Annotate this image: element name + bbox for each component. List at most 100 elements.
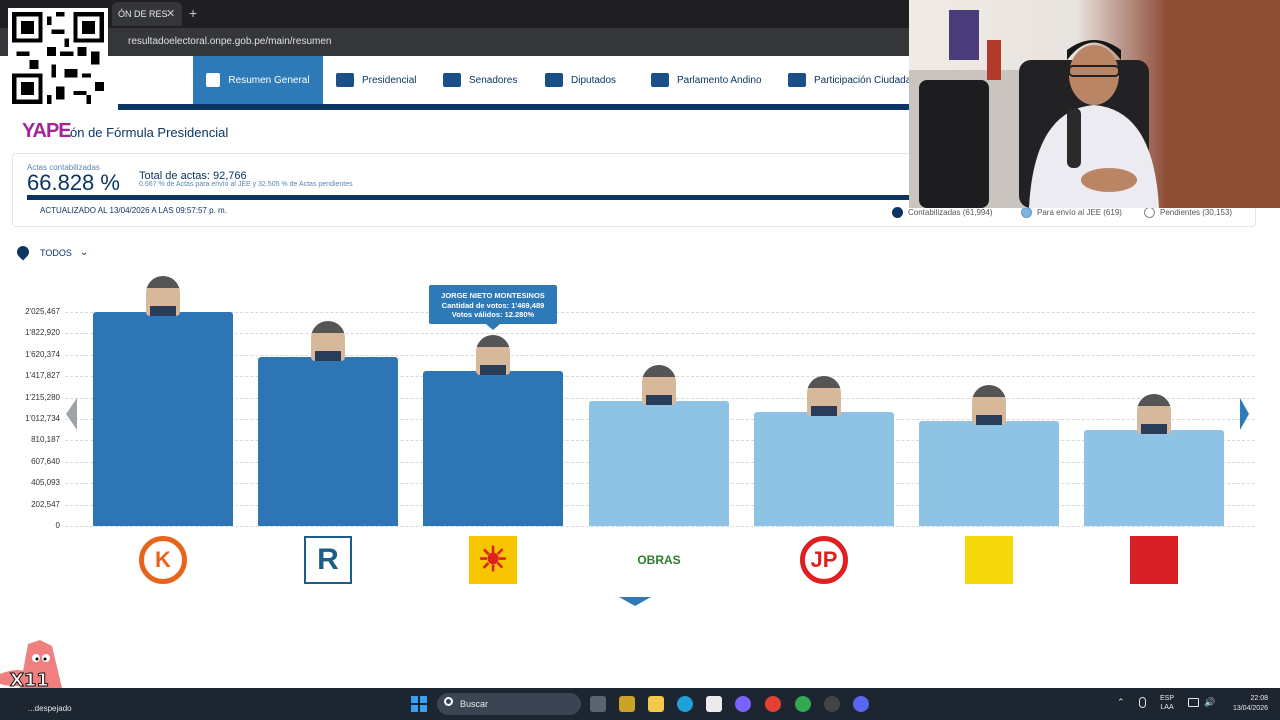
region-filter[interactable]: TODOS (40, 248, 72, 258)
party-logo[interactable]: R (304, 536, 352, 584)
y-tick-label: 1'417,827 (25, 371, 60, 381)
andean-parliament-icon (651, 73, 669, 87)
candidate-bar[interactable] (423, 370, 563, 526)
candidate-photo[interactable] (972, 385, 1006, 426)
party-logo[interactable] (965, 536, 1013, 584)
close-tab-icon[interactable]: ✕ (166, 7, 175, 20)
chrome-icon[interactable] (765, 696, 781, 712)
candidate-photo[interactable] (146, 276, 180, 316)
candidate-bar[interactable] (93, 312, 233, 526)
party-logo[interactable] (1130, 536, 1178, 584)
nav-tab-label: Presidencial (362, 74, 417, 86)
gridline (65, 333, 1255, 335)
legend-label: Para envío al JEE (619) (1037, 208, 1122, 217)
actas-detail: 0.667 % de Actas para envío al JEE y 32.… (139, 181, 353, 188)
party-logo[interactable]: JP (800, 536, 848, 584)
legend-jee: Para envío al JEE (619) (1021, 207, 1122, 218)
nav-tab-label: Diputados (571, 74, 617, 86)
snipping-tool-icon[interactable] (706, 696, 722, 712)
results-bar-chart: 2'025,467 1'822,920 1'620,374 1'417,827 1'21… (0, 270, 1280, 600)
edge-icon[interactable] (677, 696, 693, 712)
windows-start-icon[interactable] (411, 696, 427, 712)
y-tick-label: 1'012,734 (25, 413, 60, 423)
candidate-bar[interactable] (589, 401, 729, 526)
senate-icon (443, 73, 461, 87)
tooltip-votes: Cantidad de votos: 1'469,489 (441, 300, 545, 310)
microphone-icon[interactable] (1139, 697, 1146, 708)
discord-icon[interactable] (853, 696, 869, 712)
task-view-icon[interactable] (590, 696, 606, 712)
legend-pendientes: Pendientes (30,153) (1144, 207, 1232, 218)
gridline (65, 526, 1255, 527)
congress-building-icon (545, 73, 563, 87)
candidate-bar[interactable] (754, 411, 894, 526)
party-logo[interactable]: OBRAS (629, 536, 689, 584)
search-placeholder: Buscar (460, 699, 489, 709)
network-icon[interactable] (1188, 698, 1199, 707)
progress-fill-contabilizadas (27, 195, 1002, 200)
url-text[interactable]: resultadoelectoral.onpe.gob.pe/main/resu… (128, 36, 331, 47)
language-indicator[interactable]: ESP LAA (1160, 694, 1174, 712)
chrome-active-icon[interactable] (795, 696, 811, 712)
candidate-tooltip: JORGE NIETO MONTESINOS Cantidad de votos… (429, 285, 557, 324)
nav-tab-label: Senadores (469, 74, 518, 86)
obs-icon[interactable] (824, 696, 840, 712)
scroll-down-arrow[interactable] (619, 597, 651, 606)
candidate-bar[interactable] (258, 357, 398, 526)
participation-icon (788, 73, 806, 87)
copilot-icon[interactable] (735, 696, 751, 712)
gridline (65, 312, 1255, 313)
nav-tab-senadores[interactable]: Senadores (443, 56, 517, 104)
webcam-overlay (909, 0, 1280, 208)
tray-expand-icon[interactable]: ⌃ (1117, 697, 1125, 708)
weather-widget[interactable]: ...despejado (28, 704, 72, 713)
tooltip-name: JORGE NIETO MONTESINOS (441, 291, 545, 300)
patrick-sticker: X11 (0, 640, 62, 688)
clock[interactable]: 22:08 13/04/2026 (1226, 694, 1268, 714)
location-pin-icon (14, 243, 32, 261)
yape-overlay: YAPE (22, 120, 72, 142)
y-tick-label: 1'822,920 (25, 328, 60, 338)
candidate-photo[interactable] (476, 334, 510, 375)
nav-tab-participacion[interactable]: Participación Ciudada (788, 56, 911, 104)
nav-tab-label: Resumen General (228, 74, 310, 86)
tooltip-valid: Votos válidos: 12.280% (451, 310, 535, 319)
updated-timestamp: ACTUALIZADO AL 13/04/2026 A LAS 09:57:57… (40, 206, 227, 215)
nav-tab-parlamento-andino[interactable]: Parlamento Andino (651, 56, 762, 104)
nav-tab-diputados[interactable]: Diputados (545, 56, 616, 104)
windows-taskbar (0, 688, 1280, 720)
candidate-bar[interactable] (919, 421, 1059, 526)
clock-time: 22:08 (1250, 695, 1268, 702)
y-tick-label: 0 (55, 521, 60, 530)
carousel-next-arrow[interactable] (1240, 398, 1249, 430)
winrar-icon[interactable] (619, 696, 635, 712)
nav-tab-presidencial[interactable]: Presidencial (336, 56, 416, 104)
y-tick-label: 202,547 (31, 499, 60, 509)
actas-percentage: 66.828 % (27, 170, 120, 195)
taskbar-search[interactable] (437, 693, 581, 715)
y-tick-label: 1'215,280 (25, 392, 60, 402)
candidate-photo[interactable] (311, 321, 345, 362)
search-icon (444, 697, 453, 706)
candidate-photo[interactable] (1137, 393, 1171, 434)
legend-dot (892, 207, 903, 218)
candidate-photo[interactable] (807, 375, 841, 416)
file-explorer-icon[interactable] (648, 696, 664, 712)
legend-label: Contabilizadas (61,994) (908, 208, 993, 217)
chevron-down-icon[interactable]: ⌄ (80, 247, 88, 258)
volume-icon[interactable]: 🔊 (1204, 697, 1215, 708)
qr-code (8, 8, 108, 108)
presidential-seal-icon (336, 73, 354, 87)
party-logo[interactable]: ☀ (469, 536, 517, 584)
party-logo[interactable]: K (139, 536, 187, 584)
nav-tab-resumen-general[interactable]: Resumen General (193, 56, 323, 104)
dashboard-icon (206, 73, 221, 87)
carousel-prev-arrow[interactable] (66, 398, 77, 430)
candidate-bar[interactable] (1084, 429, 1224, 526)
y-tick-label: 2'025,467 (25, 307, 60, 316)
new-tab-button[interactable]: + (189, 5, 197, 21)
y-tick-label: 810,187 (31, 435, 60, 445)
x11-label: X11 (10, 670, 49, 688)
legend-contabilizadas: Contabilizadas (61,994) (892, 207, 993, 218)
candidate-photo[interactable] (642, 365, 676, 406)
